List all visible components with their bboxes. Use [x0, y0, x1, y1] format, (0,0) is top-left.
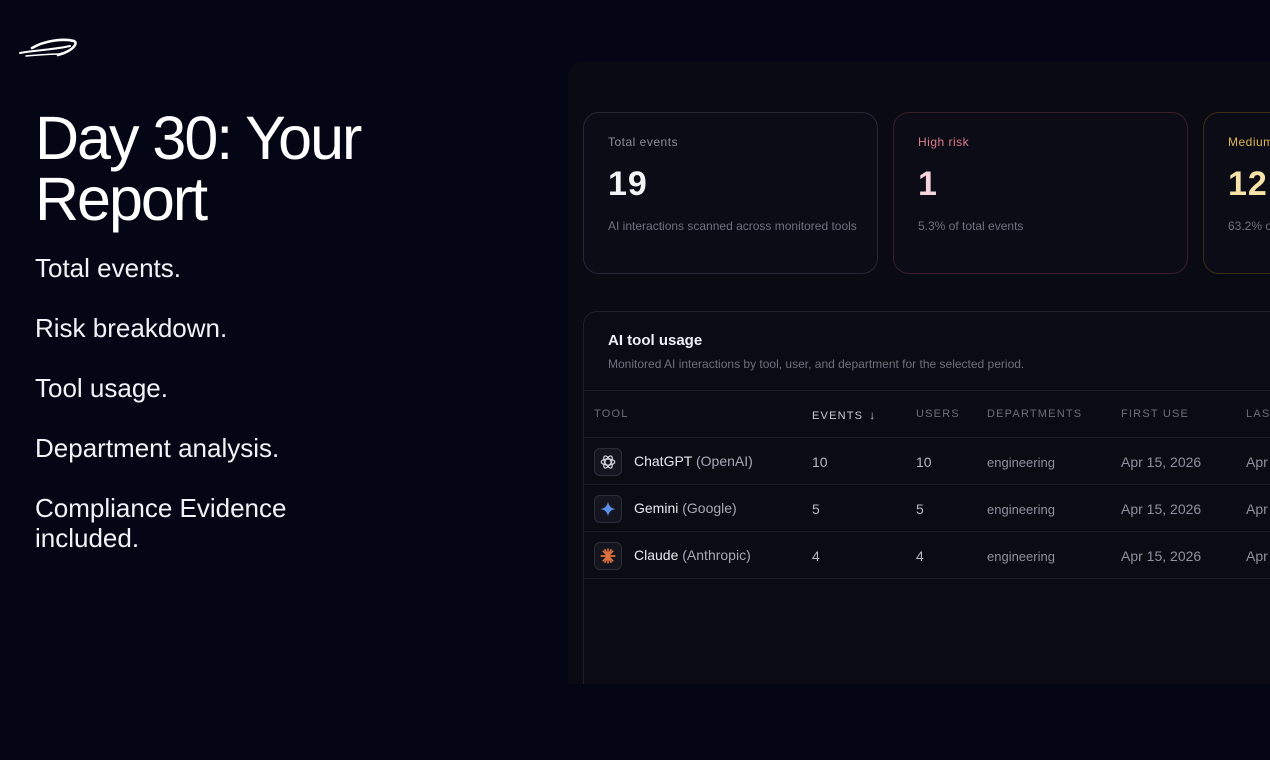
events-count: 10: [812, 454, 828, 470]
feature-list: Total events. Risk breakdown. Tool usage…: [35, 253, 395, 583]
department: engineering: [987, 549, 1055, 564]
stat-value: 19: [608, 165, 648, 203]
feature-item: Compliance Evidence included.: [35, 493, 287, 553]
column-header-last-use[interactable]: LAS: [1246, 408, 1270, 420]
tool-name-label: Gemini: [634, 500, 679, 516]
sort-arrow-down-icon: ↓: [869, 408, 877, 422]
stat-label: High risk: [918, 135, 970, 149]
tool-vendor: (Anthropic): [682, 547, 751, 563]
column-header-events[interactable]: EVENTS ↓: [812, 408, 876, 422]
column-header-tool[interactable]: TOOL: [594, 408, 629, 420]
table-row[interactable]: Gemini (Google) 5 5 engineering Apr 15, …: [584, 485, 1270, 532]
events-count: 4: [812, 548, 820, 564]
events-count: 5: [812, 501, 820, 517]
first-use-date: Apr 15, 2026: [1121, 548, 1202, 564]
column-header-departments[interactable]: DEPARTMENTS: [987, 408, 1082, 420]
stat-description: AI interactions scanned across monitored…: [608, 219, 857, 233]
dashboard-preview: Total events 19 AI interactions scanned …: [568, 62, 1270, 684]
ai-tool-usage-card: AI tool usage Monitored AI interactions …: [583, 311, 1270, 684]
tool-name-label: ChatGPT: [634, 453, 693, 469]
page-headline: Day 30: Your Report: [35, 104, 362, 233]
feature-item: Department analysis.: [35, 433, 280, 463]
stat-value: 12: [1228, 165, 1268, 203]
department: engineering: [987, 502, 1055, 517]
users-count: 4: [916, 548, 924, 564]
tool-vendor: (Google): [682, 500, 737, 516]
stat-card-total-events: Total events 19 AI interactions scanned …: [583, 112, 878, 274]
first-use-date: Apr 15, 2026: [1121, 501, 1202, 517]
claude-icon: [594, 542, 622, 570]
feature-item: Risk breakdown.: [35, 313, 228, 343]
column-header-users[interactable]: USERS: [916, 408, 960, 420]
tool-vendor: (OpenAI): [696, 453, 753, 469]
tool-name: Gemini (Google): [634, 500, 737, 516]
stat-description: 5.3% of total events: [918, 219, 1024, 233]
first-use-date: Apr 15, 2026: [1121, 454, 1202, 470]
department: engineering: [987, 455, 1055, 470]
users-count: 5: [916, 501, 924, 517]
feature-item: Tool usage.: [35, 373, 168, 403]
last-use-date: Apr: [1246, 454, 1268, 470]
last-use-date: Apr: [1246, 501, 1268, 517]
stat-description: 63.2% o: [1228, 219, 1270, 233]
gemini-icon: [594, 495, 622, 523]
stat-label: Medium: [1228, 135, 1270, 149]
tool-name-label: Claude: [634, 547, 679, 563]
stat-card-high-risk: High risk 1 5.3% of total events: [893, 112, 1188, 274]
stat-label: Total events: [608, 135, 679, 149]
users-count: 10: [916, 454, 932, 470]
tool-name: Claude (Anthropic): [634, 547, 751, 563]
stat-value: 1: [918, 165, 938, 203]
column-header-events-label: EVENTS: [812, 410, 864, 422]
card-title: AI tool usage: [608, 332, 703, 349]
tool-name: ChatGPT (OpenAI): [634, 453, 753, 469]
card-subtitle: Monitored AI interactions by tool, user,…: [608, 357, 1025, 371]
table-header: TOOL EVENTS ↓ USERS DEPARTMENTS FIRST USE…: [584, 390, 1270, 438]
stat-card-medium-risk: Medium 12 63.2% o: [1203, 112, 1270, 274]
column-header-first-use[interactable]: FIRST USE: [1121, 408, 1189, 420]
openai-icon: [594, 448, 622, 476]
brand-logo-icon: [19, 38, 77, 57]
feature-item: Total events.: [35, 253, 181, 283]
table-row[interactable]: ChatGPT (OpenAI) 10 10 engineering Apr 1…: [584, 438, 1270, 485]
table-row[interactable]: Claude (Anthropic) 4 4 engineering Apr 1…: [584, 532, 1270, 579]
last-use-date: Apr: [1246, 548, 1268, 564]
